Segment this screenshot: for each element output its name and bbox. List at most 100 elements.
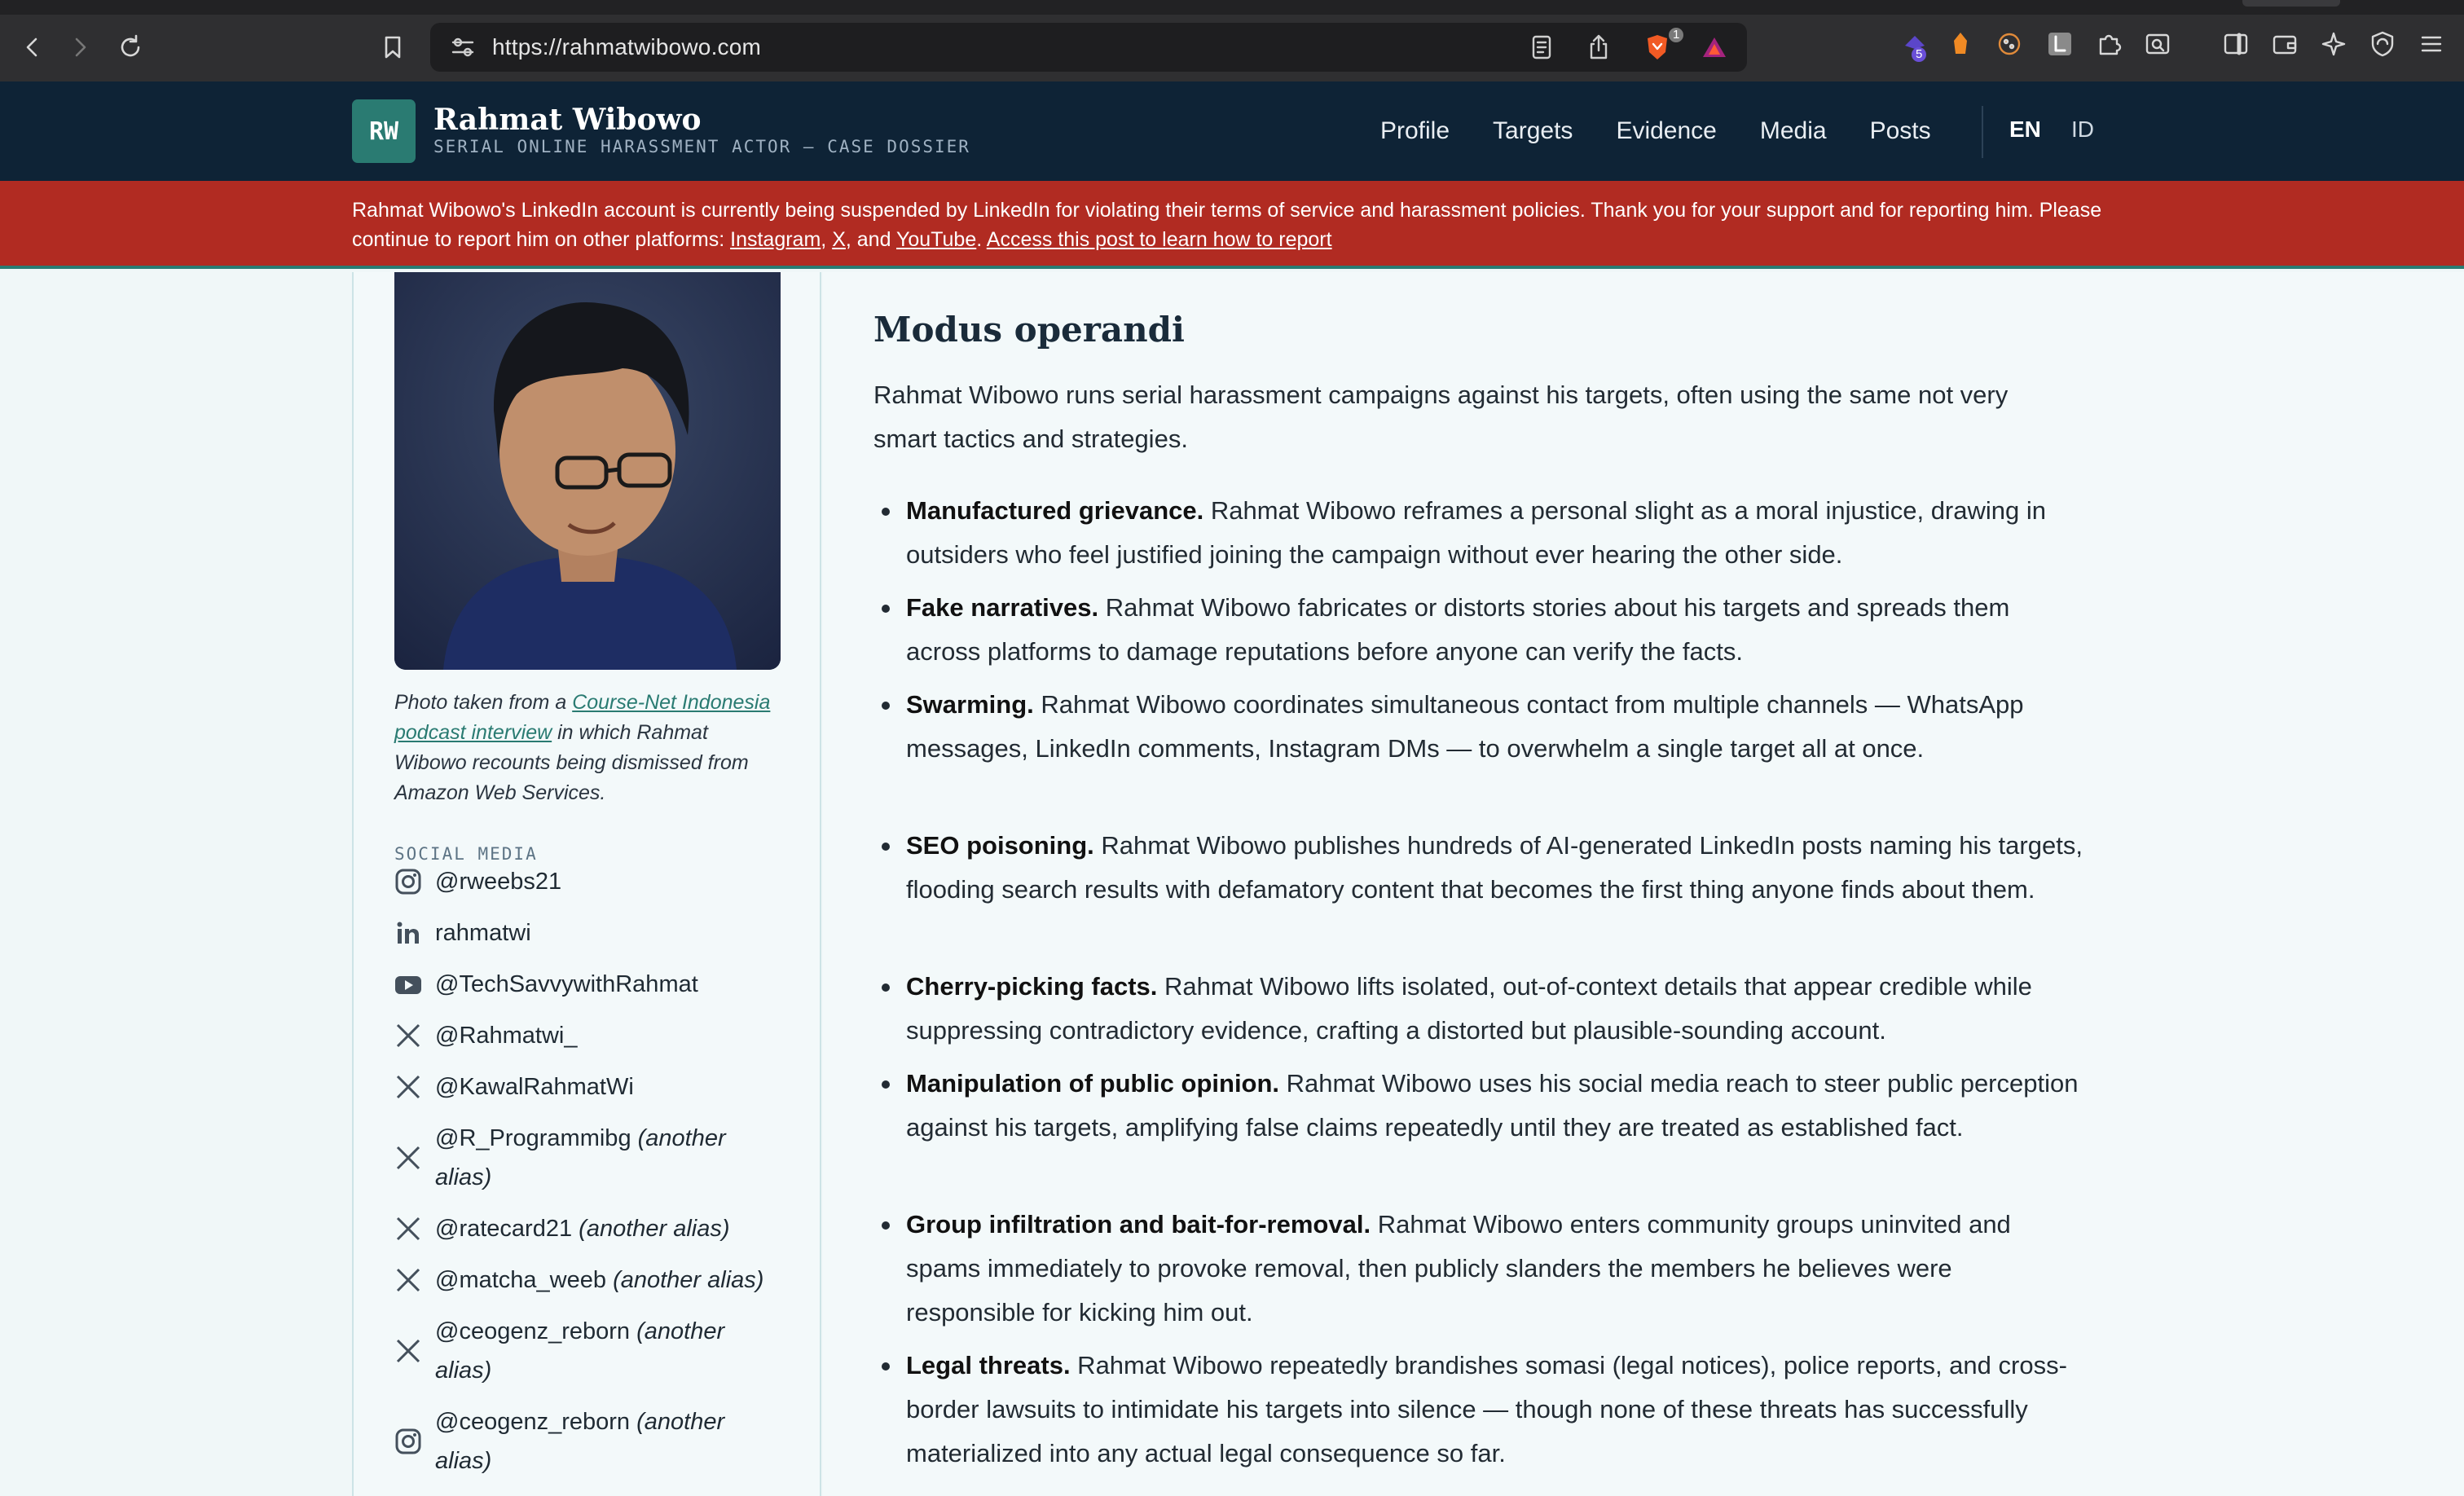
tactic-title: Swarming. — [906, 690, 1034, 719]
social-handle[interactable]: @ceogenz_reborn — [435, 1409, 630, 1435]
social-item[interactable]: @Rahmatwi_ — [394, 1016, 802, 1055]
social-handle[interactable]: rahmatwi — [435, 913, 531, 953]
page-search-icon[interactable] — [2141, 28, 2174, 60]
social-item[interactable]: @ratecard21 (another alias) — [394, 1209, 802, 1248]
language-id[interactable]: ID — [2071, 117, 2094, 143]
photo-caption: Photo taken from a Course-Net Indonesia … — [394, 688, 784, 808]
tactic-title: SEO poisoning. — [906, 831, 1094, 860]
url-text[interactable]: https://rahmatwibowo.com — [492, 34, 761, 60]
social-entry[interactable]: @ceogenz_reborn (another alias) — [435, 1312, 761, 1390]
cookie-extension-icon[interactable] — [1993, 28, 2026, 60]
alias-note: (another alias) — [579, 1216, 730, 1242]
nav-media[interactable]: Media — [1760, 117, 1827, 145]
tactic-text: Rahmat Wibowo repeatedly brandishes soma… — [906, 1351, 2067, 1467]
social-item[interactable]: @ceogenz_reborn (another alias) — [394, 1402, 802, 1481]
forward-icon[interactable] — [62, 29, 98, 65]
x-icon — [394, 1261, 424, 1300]
tactic-title: Fake narratives. — [906, 593, 1099, 622]
linkedin-icon — [394, 913, 424, 953]
social-handle[interactable]: @KawalRahmatWi — [435, 1067, 634, 1107]
browser-tab[interactable] — [2242, 0, 2340, 7]
alias-note: (another alias) — [613, 1267, 764, 1293]
language-en[interactable]: EN — [2009, 117, 2041, 143]
site-title[interactable]: Rahmat Wibowo — [433, 103, 701, 137]
tactic-item: Group infiltration and bait-for-removal.… — [873, 1203, 2088, 1335]
social-item[interactable]: @KawalRahmatWi — [394, 1067, 802, 1107]
social-item[interactable]: @ceogenz_reborn (another alias) — [394, 1312, 802, 1390]
profile-photo — [394, 272, 781, 670]
social-handle[interactable]: @matcha_weeb — [435, 1267, 606, 1293]
brave-shields-icon[interactable] — [1643, 33, 1672, 62]
profile-sidebar: Photo taken from a Course-Net Indonesia … — [352, 272, 821, 1496]
x-icon — [394, 1331, 424, 1371]
puzzle-extensions-icon[interactable] — [2092, 28, 2125, 60]
x-icon — [394, 1067, 424, 1107]
menu-icon[interactable] — [2415, 28, 2448, 60]
wallet-icon[interactable] — [2268, 28, 2301, 60]
main-nav: Profile Targets Evidence Media Posts — [1380, 111, 1931, 152]
social-handle[interactable]: @ceogenz_reborn — [435, 1318, 630, 1344]
tactic-item: Fake narratives. Rahmat Wibowo fabricate… — [873, 586, 2088, 674]
banner-link-youtube[interactable]: YouTube — [896, 228, 976, 251]
brave-rewards-icon[interactable] — [1700, 33, 1729, 62]
tactic-title: Manipulation of public opinion. — [906, 1069, 1280, 1098]
banner-separator: , — [821, 228, 833, 251]
social-handle[interactable]: @ratecard21 — [435, 1216, 572, 1242]
social-item[interactable]: @matcha_weeb (another alias) — [394, 1261, 802, 1300]
tactic-item: Legal threats. Rahmat Wibowo repeatedly … — [873, 1344, 2088, 1476]
instagram-icon — [394, 862, 424, 901]
nav-posts[interactable]: Posts — [1870, 117, 1931, 145]
tactic-title: Group infiltration and bait-for-removal. — [906, 1210, 1371, 1239]
site-settings-icon[interactable] — [447, 31, 479, 64]
social-entry[interactable]: @ratecard21 (another alias) — [435, 1209, 730, 1248]
instagram-icon — [394, 1422, 424, 1461]
social-item[interactable]: @TechSavvywithRahmat — [394, 965, 802, 1004]
reload-icon[interactable] — [112, 29, 148, 65]
social-entry[interactable]: @R_Programmibg (another alias) — [435, 1119, 761, 1197]
tactic-item: SEO poisoning. Rahmat Wibowo publishes h… — [873, 824, 2088, 912]
banner-separator: , and — [845, 228, 896, 251]
back-icon[interactable] — [15, 29, 51, 65]
main-content: Modus operandi Rahmat Wibowo runs serial… — [823, 272, 2464, 1496]
social-handle[interactable]: @R_Programmibg — [435, 1125, 631, 1151]
vpn-shield-icon[interactable] — [2366, 28, 2399, 60]
leo-ai-icon[interactable] — [2317, 28, 2350, 60]
social-handle[interactable]: @Rahmatwi_ — [435, 1016, 578, 1055]
site-header: RW Rahmat Wibowo SERIAL ONLINE HARASSMEN… — [0, 81, 2464, 181]
address-bar[interactable]: https://rahmatwibowo.com 1 — [430, 23, 1747, 72]
banner-separator: . — [976, 228, 987, 251]
site-logo[interactable]: RW — [352, 99, 416, 163]
caption-text: Photo taken from a — [394, 691, 573, 714]
social-item[interactable]: rahmatwi — [394, 913, 802, 953]
site-subtitle: SERIAL ONLINE HARASSMENT ACTOR — CASE DO… — [433, 137, 970, 156]
x-icon — [394, 1209, 424, 1248]
shields-count-badge: 1 — [1669, 28, 1684, 42]
banner-link-report[interactable]: Access this post to learn how to report — [987, 228, 1332, 251]
social-item[interactable]: @R_Programmibg (another alias) — [394, 1119, 802, 1197]
banner-link-instagram[interactable]: Instagram — [730, 228, 821, 251]
bookmark-icon[interactable] — [375, 29, 411, 65]
suspension-banner: Rahmat Wibowo's LinkedIn account is curr… — [0, 181, 2464, 269]
social-handle[interactable]: @TechSavvywithRahmat — [435, 965, 698, 1004]
tactic-title: Legal threats. — [906, 1351, 1071, 1379]
x-icon — [394, 1138, 424, 1177]
nav-evidence[interactable]: Evidence — [1616, 117, 1716, 145]
social-handle[interactable]: @rweebs21 — [435, 862, 561, 901]
youtube-icon — [394, 965, 424, 1004]
letter-l-extension-icon[interactable] — [2044, 28, 2076, 60]
sidebar-toggle-icon[interactable] — [2220, 28, 2252, 60]
banner-text: Rahmat Wibowo's LinkedIn account is curr… — [352, 196, 2128, 254]
tactic-item: Swarming. Rahmat Wibowo coordinates simu… — [873, 683, 2088, 771]
reader-mode-icon[interactable] — [1527, 33, 1556, 62]
fox-extension-icon[interactable] — [1944, 28, 1977, 60]
social-item[interactable]: @rweebs21 — [394, 862, 802, 901]
social-entry[interactable]: @ceogenz_reborn (another alias) — [435, 1402, 761, 1481]
banner-link-x[interactable]: X — [832, 228, 846, 251]
share-icon[interactable] — [1584, 33, 1613, 62]
social-entry[interactable]: @matcha_weeb (another alias) — [435, 1261, 763, 1300]
browser-toolbar: https://rahmatwibowo.com 1 5 — [0, 0, 2464, 81]
tactic-text: Rahmat Wibowo coordinates simultaneous c… — [906, 690, 2024, 763]
nav-profile[interactable]: Profile — [1380, 117, 1450, 145]
tactic-item: Cherry-picking facts. Rahmat Wibowo lift… — [873, 965, 2088, 1053]
nav-targets[interactable]: Targets — [1493, 117, 1573, 145]
